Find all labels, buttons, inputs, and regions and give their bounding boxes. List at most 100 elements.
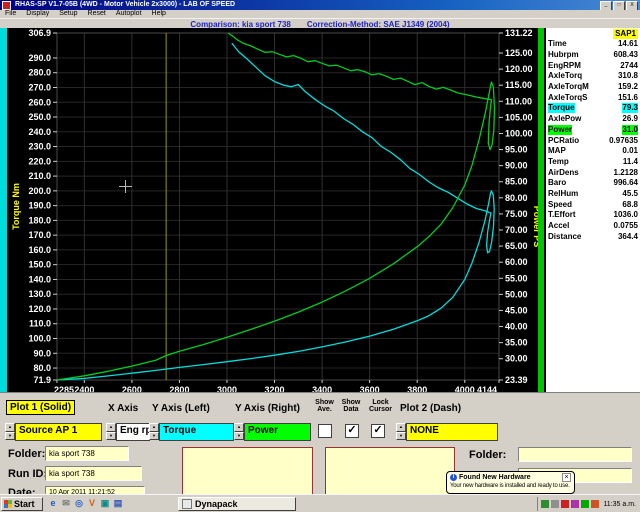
- svg-text:290.0: 290.0: [28, 53, 51, 63]
- desktop-icon[interactable]: ▤: [113, 498, 123, 509]
- menu-reset[interactable]: Reset: [83, 10, 111, 18]
- row-value: 79.3: [622, 103, 638, 113]
- svg-text:4000: 4000: [455, 385, 475, 392]
- svg-text:100.0: 100.0: [28, 334, 51, 344]
- title-bar[interactable]: RHAS-SP V1.7-05B (4WD - Motor Vehicle 2x…: [0, 0, 640, 10]
- spinner-up-down-icon[interactable]: ▲▼: [149, 423, 159, 440]
- usb-icon[interactable]: [571, 500, 579, 508]
- show-ave-checkbox[interactable]: [318, 424, 332, 438]
- update-icon[interactable]: [591, 500, 599, 508]
- taskbar-button-dynapack[interactable]: Dynapack: [178, 497, 296, 511]
- ie-icon[interactable]: e: [48, 498, 58, 509]
- start-button[interactable]: Start: [1, 497, 43, 511]
- table-row: Baro996.64: [546, 178, 640, 189]
- row-label: T.Effort: [548, 210, 576, 220]
- svg-text:23.39: 23.39: [505, 375, 528, 385]
- torque-axis-color-strip: [0, 28, 7, 392]
- media-player-icon[interactable]: ◎: [74, 498, 84, 509]
- comment-listbox[interactable]: [182, 447, 313, 495]
- menu-autoplot[interactable]: Autoplot: [111, 10, 147, 18]
- table-row: EngRPM 2744: [546, 60, 640, 71]
- table-row: AxleTorq310.8: [546, 71, 640, 82]
- menu-help[interactable]: Help: [147, 10, 171, 18]
- x-axis-select[interactable]: ▲▼ Eng rpm: [106, 423, 150, 440]
- volume-icon[interactable]: [551, 500, 559, 508]
- spinner-up-down-icon[interactable]: ▲▼: [396, 423, 406, 440]
- row-value: 608.43: [614, 50, 638, 60]
- spinner-up-down-icon[interactable]: ▲▼: [234, 423, 244, 440]
- status-green-icon[interactable]: [581, 500, 589, 508]
- row-label: AxleTorqS: [548, 93, 587, 103]
- app-icon: [2, 1, 11, 10]
- menu-setup[interactable]: Setup: [54, 10, 82, 18]
- run-id-label: Run ID:: [8, 468, 47, 480]
- svg-text:120.0: 120.0: [28, 304, 51, 314]
- network-icon[interactable]: [541, 500, 549, 508]
- svg-text:3800: 3800: [407, 385, 427, 392]
- x-axis-value[interactable]: Eng rpm: [116, 423, 150, 441]
- svg-text:240.0: 240.0: [28, 127, 51, 137]
- y-axis-left-select[interactable]: ▲▼ Torque: [149, 423, 234, 440]
- taskbar: Start e✉◎V▣▤ Dynapack 11:35 a.m.: [0, 494, 640, 512]
- svg-text:115.00: 115.00: [505, 80, 532, 90]
- row-value: 26.9: [622, 114, 638, 124]
- row-label: AirDens: [548, 168, 579, 178]
- svg-text:90.00: 90.00: [505, 161, 528, 171]
- svg-text:220.0: 220.0: [28, 156, 51, 166]
- lock-cursor-checkbox[interactable]: ✓: [371, 424, 385, 438]
- balloon-close-icon[interactable]: ×: [562, 473, 571, 482]
- row-value: 2744: [620, 61, 638, 71]
- row-label: EngRPM: [548, 61, 581, 71]
- mail-icon[interactable]: ✉: [61, 498, 71, 509]
- row-label: AxlePow: [548, 114, 581, 124]
- plot1-source-value[interactable]: Source AP 1: [15, 423, 102, 441]
- svg-text:160.0: 160.0: [28, 245, 51, 255]
- spinner-up-down-icon[interactable]: ▲▼: [5, 423, 15, 440]
- messenger-icon[interactable]: V: [87, 498, 97, 509]
- system-tray: 11:35 a.m.: [537, 497, 639, 511]
- svg-text:180.0: 180.0: [28, 215, 51, 225]
- svg-text:4144: 4144: [477, 385, 497, 392]
- notification-balloon: i Found New Hardware × Your new hardware…: [446, 471, 575, 494]
- app-window: RHAS-SP V1.7-05B (4WD - Motor Vehicle 2x…: [0, 0, 640, 512]
- svg-text:55.00: 55.00: [505, 273, 528, 283]
- plot1-source-select[interactable]: ▲▼ Source AP 1: [5, 423, 102, 440]
- y-axis-left-value[interactable]: Torque: [159, 423, 234, 441]
- svg-text:45.00: 45.00: [505, 305, 528, 315]
- svg-text:70.00: 70.00: [505, 225, 528, 235]
- x-axis-label: X Axis: [108, 403, 138, 414]
- spinner-up-down-icon[interactable]: ▲▼: [106, 423, 116, 440]
- comment-listbox-2[interactable]: [325, 447, 455, 495]
- svg-text:3600: 3600: [360, 385, 380, 392]
- svg-text:Torque Nm: Torque Nm: [11, 183, 21, 230]
- row-label: AxleTorq: [548, 71, 582, 81]
- row-label: Hubrpm: [548, 50, 579, 60]
- menu-file[interactable]: File: [0, 10, 21, 18]
- dyno-plot[interactable]: 306.9290.0280.0270.0260.0250.0240.0230.0…: [7, 28, 538, 392]
- plot2-select[interactable]: ▲▼ NONE: [396, 423, 498, 440]
- table-row: AxleTorqS151.6: [546, 92, 640, 103]
- table-row: Time14.61: [546, 39, 640, 50]
- plot1-label: Plot 1 (Solid): [6, 400, 75, 415]
- player-icon[interactable]: [561, 500, 569, 508]
- dyno-plot-svg[interactable]: 306.9290.0280.0270.0260.0250.0240.0230.0…: [7, 28, 538, 392]
- table-row: Power31.0: [546, 125, 640, 136]
- quick-launch-bar: e✉◎V▣▤: [48, 498, 123, 509]
- y-axis-right-value[interactable]: Power: [244, 423, 311, 441]
- svg-text:125.00: 125.00: [505, 48, 533, 58]
- y-axis-right-select[interactable]: ▲▼ Power: [234, 423, 311, 440]
- table-row: Accel0.0755: [546, 221, 640, 232]
- svg-text:60.00: 60.00: [505, 257, 528, 267]
- show-data-checkbox[interactable]: ✓: [345, 424, 359, 438]
- folder2-input[interactable]: [518, 447, 632, 462]
- row-label: PCRatio: [548, 136, 579, 146]
- row-label: Baro: [548, 178, 566, 188]
- explorer-icon[interactable]: ▣: [100, 498, 110, 509]
- run-id-input[interactable]: kia sport 738: [45, 466, 142, 481]
- row-value: 0.0755: [614, 221, 638, 231]
- plot2-value[interactable]: NONE: [406, 423, 498, 441]
- menu-display[interactable]: Display: [21, 10, 54, 18]
- table-row: AxlePow 26.9: [546, 114, 640, 125]
- folder-input[interactable]: kia sport 738: [45, 446, 129, 461]
- svg-text:120.00: 120.00: [505, 64, 533, 74]
